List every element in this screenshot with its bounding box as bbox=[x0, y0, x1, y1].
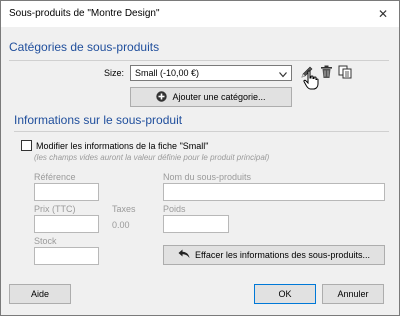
chevron-down-icon bbox=[279, 70, 287, 80]
name-label: Nom du sous-produits bbox=[163, 172, 252, 182]
categories-heading: Catégories de sous-produits bbox=[9, 40, 160, 54]
window-title: Sous-produits de "Montre Design" bbox=[9, 8, 160, 19]
stock-label: Stock bbox=[34, 236, 57, 246]
stock-input[interactable] bbox=[34, 247, 99, 265]
size-select[interactable]: Small (-10,00 €) bbox=[130, 65, 292, 81]
help-label: Aide bbox=[30, 289, 49, 299]
weight-input[interactable] bbox=[163, 215, 229, 233]
modify-label: Modifier les informations de la fiche "S… bbox=[36, 141, 209, 151]
dialog-window: Sous-produits de "Montre Design" ✕ Catég… bbox=[0, 0, 400, 316]
weight-label: Poids bbox=[163, 204, 186, 214]
cancel-button[interactable]: Annuler bbox=[322, 284, 384, 304]
reference-input[interactable] bbox=[34, 183, 99, 201]
reference-label: Référence bbox=[34, 172, 76, 182]
modify-hint: (les champs vides auront la valeur défin… bbox=[34, 153, 270, 162]
add-category-button[interactable]: Ajouter une catégorie... bbox=[130, 87, 292, 107]
info-divider bbox=[14, 131, 389, 132]
price-input[interactable] bbox=[34, 215, 99, 233]
categories-divider bbox=[9, 60, 389, 61]
info-heading: Informations sur le sous-produit bbox=[14, 113, 183, 127]
plus-circle-icon bbox=[156, 90, 168, 104]
size-label: Size: bbox=[104, 68, 125, 78]
help-button[interactable]: Aide bbox=[9, 284, 71, 304]
close-icon: ✕ bbox=[377, 7, 389, 21]
clear-info-label: Effacer les informations des sous-produi… bbox=[195, 250, 370, 260]
cancel-label: Annuler bbox=[337, 289, 369, 299]
hand-cursor-icon bbox=[303, 70, 319, 92]
close-button[interactable]: ✕ bbox=[373, 4, 393, 24]
add-category-label: Ajouter une catégorie... bbox=[172, 92, 266, 102]
clear-info-button[interactable]: Effacer les informations des sous-produi… bbox=[163, 245, 385, 265]
ok-button[interactable]: OK bbox=[254, 284, 316, 304]
price-label: Prix (TTC) bbox=[34, 204, 76, 214]
name-input[interactable] bbox=[163, 183, 385, 201]
delete-category-button[interactable] bbox=[318, 65, 334, 81]
modify-checkbox[interactable] bbox=[21, 140, 32, 151]
tax-label: Taxes bbox=[112, 204, 136, 214]
ok-label: OK bbox=[278, 289, 292, 299]
size-select-value: Small (-10,00 €) bbox=[135, 68, 200, 78]
trash-icon bbox=[320, 65, 333, 81]
title-bar: Sous-produits de "Montre Design" ✕ bbox=[1, 1, 399, 27]
undo-arrow-icon bbox=[178, 249, 190, 261]
tax-value: 0.00 bbox=[112, 220, 130, 230]
copy-icon bbox=[338, 65, 352, 81]
duplicate-category-button[interactable] bbox=[337, 65, 353, 81]
dialog-content: Catégories de sous-produits Size: Small … bbox=[1, 27, 399, 315]
